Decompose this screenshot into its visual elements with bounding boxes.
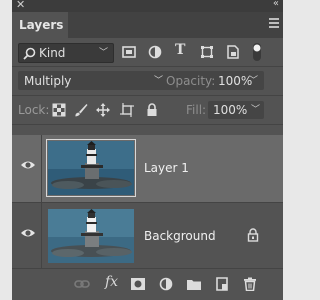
visibility-divider [41,135,42,202]
layer-name[interactable]: Background [144,229,216,243]
lock-position-icon[interactable] [96,103,110,117]
blend-mode-value: Multiply [24,74,72,88]
lock-transparent-pixels-icon[interactable] [52,103,66,117]
smart-object-filter-icon[interactable] [226,45,240,59]
filter-kind-select[interactable]: Kind ﹀ [18,43,114,63]
delete-layer-icon[interactable] [242,277,258,291]
opacity-label: Opacity: [166,74,216,88]
tab-row: Layers [12,12,283,38]
collapse-icon[interactable]: « [273,0,279,9]
lighthouse-thumbnail-image [48,141,134,195]
visibility-divider [41,203,42,270]
chevron-down-icon: ﹀ [98,48,108,58]
filter-kind-label: Kind [39,46,66,60]
eye-icon[interactable] [20,159,36,171]
blend-mode-select[interactable]: Multiply ﹀ Opacity: 100% ﹀ [18,71,264,90]
chevron-down-icon[interactable]: ﹀ [249,73,258,86]
new-fill-adjustment-icon[interactable] [158,277,174,291]
layers-panel: ✕ « Layers Kind ﹀ T Multiply ﹀ Opacity: … [12,0,283,300]
panel-footer: fx [12,268,283,300]
layer-name[interactable]: Layer 1 [144,161,189,175]
lock-label: Lock: [18,103,50,117]
lock-image-pixels-icon[interactable] [74,103,88,117]
fx-icon[interactable]: fx [105,274,118,290]
layer-row-layer-1[interactable]: Layer 1 [12,135,283,202]
lock-artboard-icon[interactable] [120,103,134,117]
fill-input[interactable]: 100% ﹀ [208,101,264,119]
filter-row: Kind ﹀ T [12,38,283,67]
blend-row: Multiply ﹀ Opacity: 100% ﹀ [12,67,283,96]
close-icon[interactable]: ✕ [16,0,25,11]
lock-all-icon[interactable] [145,103,159,117]
type-filter-icon[interactable]: T [175,42,189,58]
new-layer-icon[interactable] [214,277,230,291]
shape-filter-icon[interactable] [200,45,214,59]
tab-layers[interactable]: Layers [12,12,68,38]
fill-label: Fill: [186,103,207,117]
fill-value: 100% [213,103,248,117]
layer-row-background[interactable]: Background [12,203,283,270]
layer-thumbnail[interactable] [48,209,134,263]
opacity-input[interactable]: 100% [218,74,252,88]
panel-title-bar: ✕ « [12,0,283,12]
new-group-icon[interactable] [186,277,202,291]
link-layers-icon[interactable] [74,277,90,291]
filter-toggle-icon[interactable] [252,42,262,62]
adjustment-filter-icon[interactable] [148,45,162,59]
lock-row: Lock: Fill: 100% ﹀ [12,96,283,125]
lighthouse-thumbnail-image [48,209,134,263]
chevron-down-icon: ﹀ [250,105,260,115]
chevron-down-icon: ﹀ [154,76,164,86]
lock-icon[interactable] [247,228,259,242]
panel-menu-icon[interactable] [269,18,279,30]
add-mask-icon[interactable] [130,277,146,291]
layer-thumbnail[interactable] [46,139,136,197]
image-filter-icon[interactable] [122,45,136,59]
search-icon [23,47,36,60]
eye-icon[interactable] [20,227,36,239]
